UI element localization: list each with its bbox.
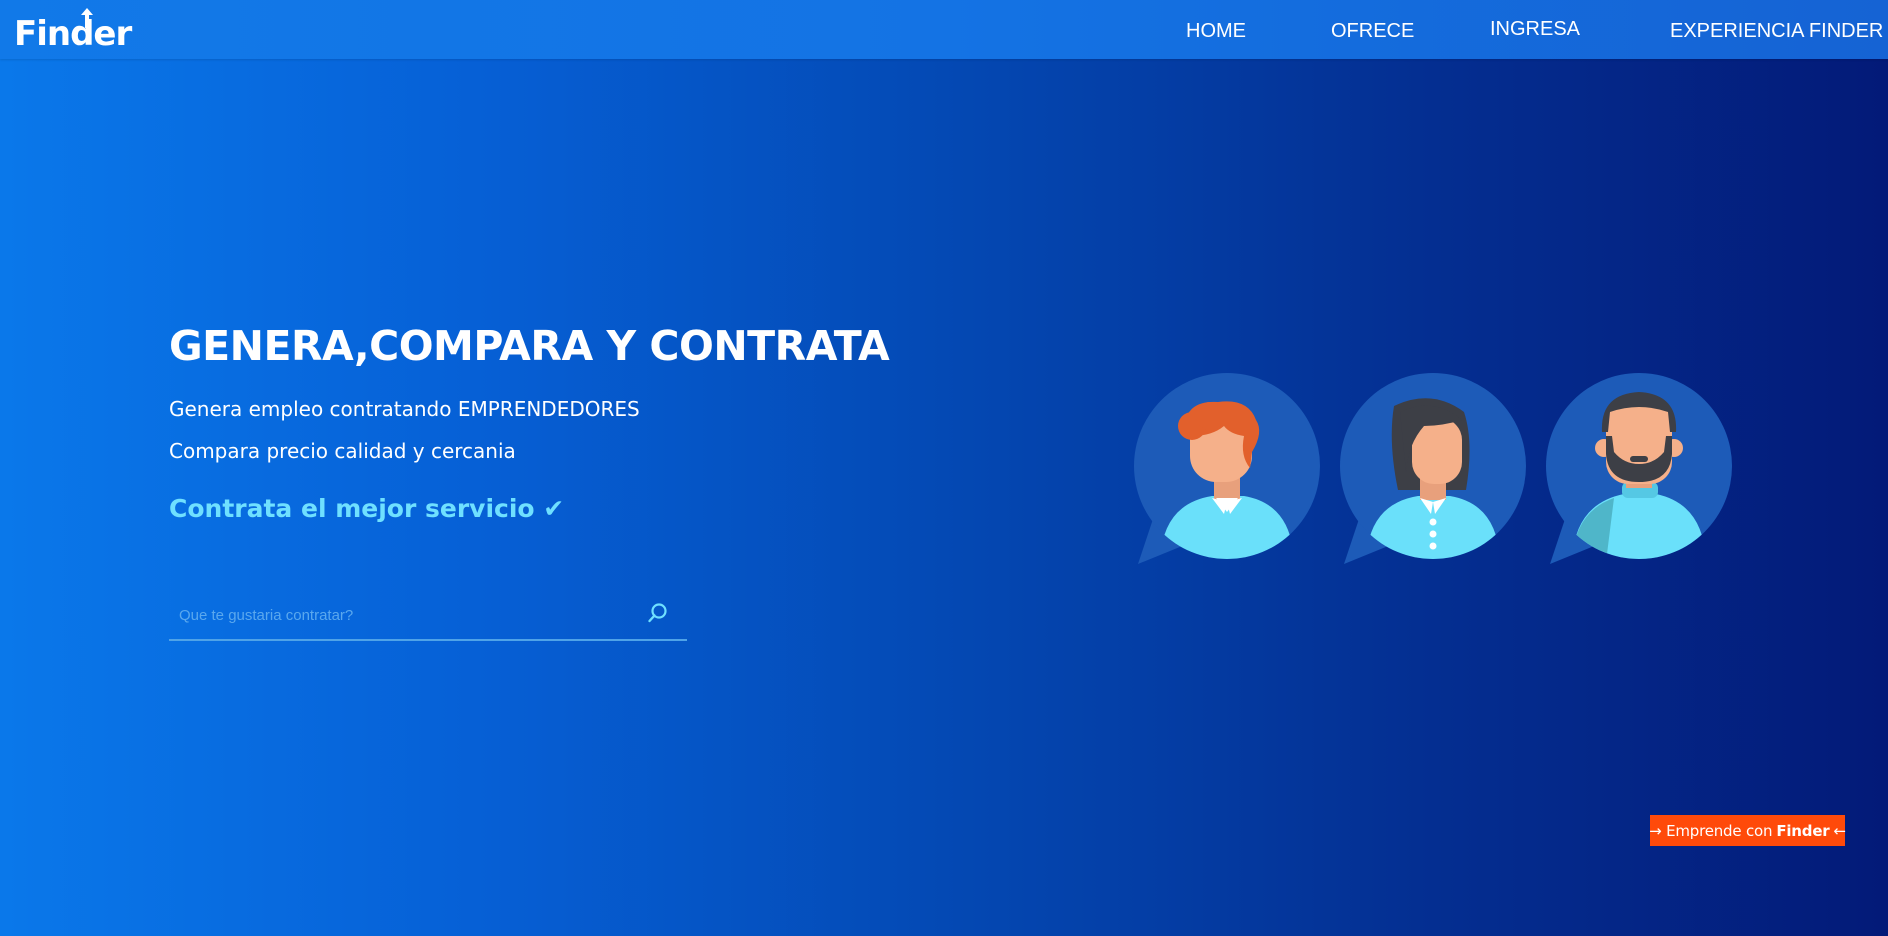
hero-cta-text: Contrata el mejor servicio ✔: [169, 494, 565, 523]
hero-line-compara: Compara precio calidad y cercania: [169, 439, 516, 463]
emprende-brand: Finder: [1776, 821, 1830, 840]
finder-logo[interactable]: Finder: [14, 6, 132, 54]
top-navbar: Finder HOME OFRECE INGRESA EXPERIENCIA F…: [0, 0, 1888, 59]
arrow-up-icon: [81, 8, 93, 28]
search-bar: [169, 594, 687, 641]
search-input[interactable]: [169, 594, 651, 636]
nav-ofrece[interactable]: OFRECE: [1331, 20, 1414, 43]
emprende-suffix: ←: [1833, 821, 1847, 840]
bearded-man-avatar: [1546, 373, 1732, 564]
nav-home[interactable]: HOME: [1186, 20, 1246, 43]
nav-experiencia-finder[interactable]: EXPERIENCIA FINDER: [1670, 20, 1883, 43]
search-icon[interactable]: [647, 602, 669, 624]
emprende-prefix: → Emprende con: [1649, 821, 1773, 840]
hero-line-genera: Genera empleo contratando EMPRENDEDORES: [169, 397, 640, 421]
woman-avatar: [1340, 373, 1526, 564]
emprende-con-finder-button[interactable]: → Emprende con Finder ←: [1649, 815, 1847, 846]
hero-title: GENERA,COMPARA Y CONTRATA: [169, 322, 890, 370]
nav-ingresa[interactable]: INGRESA: [1490, 18, 1580, 41]
team-illustration: [1132, 372, 1732, 572]
redhead-man-avatar: [1134, 373, 1320, 564]
brand-name: Finder: [14, 14, 132, 54]
